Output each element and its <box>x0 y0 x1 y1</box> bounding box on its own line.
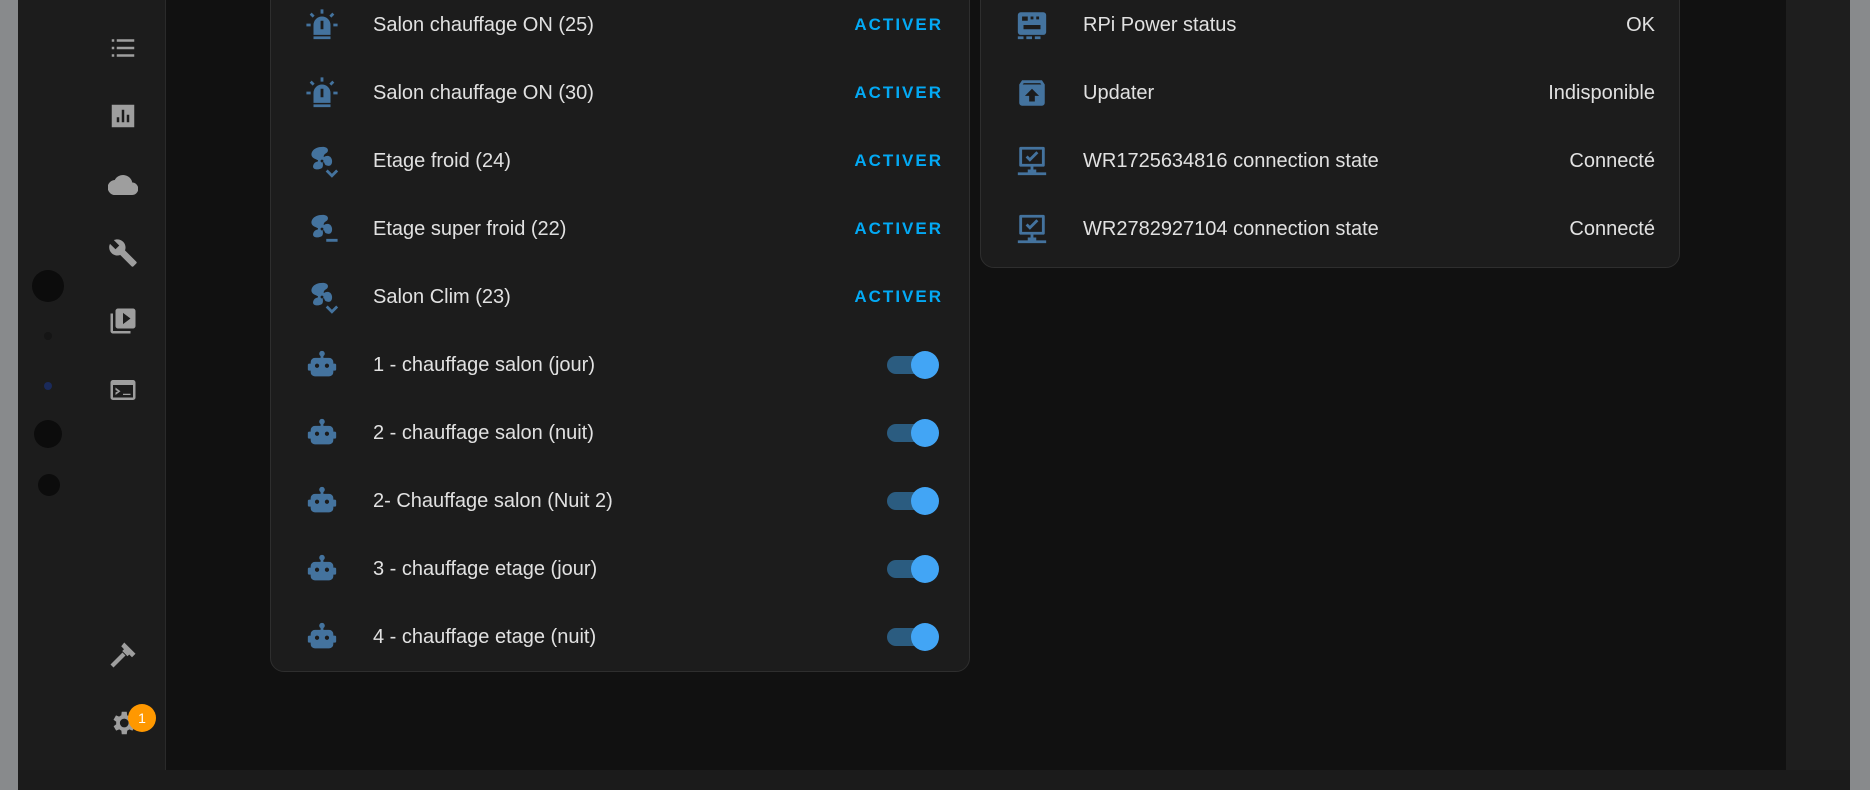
status-value: Connecté <box>1569 217 1655 240</box>
fan-chevron-icon <box>305 280 339 314</box>
scene-row[interactable]: Salon chauffage ON (30) ACTIVER <box>271 59 969 127</box>
status-value: Connecté <box>1569 149 1655 172</box>
lan-check-icon <box>1015 144 1049 178</box>
row-label: Salon chauffage ON (25) <box>373 13 594 36</box>
history-icon[interactable] <box>106 99 140 133</box>
row-label: 1 - chauffage salon (jour) <box>373 353 595 376</box>
automation-row[interactable]: 2 - chauffage salon (nuit) <box>271 399 969 467</box>
activate-button[interactable]: ACTIVER <box>854 83 943 103</box>
row-label: 2 - chauffage salon (nuit) <box>373 421 594 444</box>
robot-icon <box>305 552 339 586</box>
status-row[interactable]: Updater Indisponible <box>981 59 1679 127</box>
package-up-icon <box>1015 76 1049 110</box>
status-row[interactable]: WR1725634816 connection state Connecté <box>981 127 1679 195</box>
alarm-light-icon <box>305 76 339 110</box>
fan-chevron-icon <box>305 144 339 178</box>
row-label: 2- Chauffage salon (Nuit 2) <box>373 489 613 512</box>
status-value: OK <box>1626 13 1655 36</box>
activate-button[interactable]: ACTIVER <box>854 287 943 307</box>
notification-badge: 1 <box>128 704 156 732</box>
automation-row[interactable]: 2- Chauffage salon (Nuit 2) <box>271 467 969 535</box>
scene-row[interactable]: Salon Clim (23) ACTIVER <box>271 263 969 331</box>
cloud-icon[interactable] <box>106 168 140 202</box>
activate-button[interactable]: ACTIVER <box>854 15 943 35</box>
terminal-icon[interactable] <box>106 373 140 407</box>
activate-button[interactable]: ACTIVER <box>854 219 943 239</box>
wrench-icon[interactable] <box>106 236 140 270</box>
robot-icon <box>305 620 339 654</box>
device-bezel-right <box>1786 0 1850 770</box>
row-label: Etage super froid (22) <box>373 217 567 240</box>
row-label: 3 - chauffage etage (jour) <box>373 557 598 580</box>
scene-row[interactable]: Etage froid (24) ACTIVER <box>271 127 969 195</box>
row-label: Etage froid (24) <box>373 149 511 172</box>
automation-toggle[interactable] <box>887 623 939 651</box>
alarm-light-icon <box>305 8 339 42</box>
row-label: WR2782927104 connection state <box>1083 217 1379 240</box>
automation-toggle[interactable] <box>887 419 939 447</box>
automation-row[interactable]: 4 - chauffage etage (nuit) <box>271 603 969 671</box>
scene-row[interactable]: Salon chauffage ON (25) ACTIVER <box>271 0 969 59</box>
robot-icon <box>305 484 339 518</box>
hammer-icon[interactable] <box>106 638 140 672</box>
row-label: 4 - chauffage etage (nuit) <box>373 625 597 648</box>
automation-toggle[interactable] <box>887 351 939 379</box>
status-card: RPi Power status OK Updater Indisponible WR1… <box>980 0 1680 268</box>
row-label: Salon chauffage ON (30) <box>373 81 594 104</box>
robot-icon <box>305 416 339 450</box>
activate-button[interactable]: ACTIVER <box>854 151 943 171</box>
automation-row[interactable]: 1 - chauffage salon (jour) <box>271 331 969 399</box>
lan-check-icon <box>1015 212 1049 246</box>
status-value: Indisponible <box>1548 81 1655 104</box>
logbook-icon[interactable] <box>106 31 140 65</box>
status-row[interactable]: WR2782927104 connection state Connecté <box>981 195 1679 263</box>
automation-row[interactable]: 3 - chauffage etage (jour) <box>271 535 969 603</box>
scene-row[interactable]: Etage super froid (22) ACTIVER <box>271 195 969 263</box>
device-bezel-left <box>18 0 82 770</box>
automation-toggle[interactable] <box>887 487 939 515</box>
robot-icon <box>305 348 339 382</box>
screen: 1 Salon chauffage ON (25) ACTIVER Salon ch… <box>82 0 1786 770</box>
row-label: Updater <box>1083 81 1155 104</box>
status-row[interactable]: RPi Power status OK <box>981 0 1679 59</box>
fan-minus-icon <box>305 212 339 246</box>
row-label: WR1725634816 connection state <box>1083 149 1379 172</box>
sidebar: 1 <box>82 0 166 770</box>
row-label: RPi Power status <box>1083 13 1237 36</box>
row-label: Salon Clim (23) <box>373 285 511 308</box>
raspberry-pi-icon <box>1015 8 1049 42</box>
media-icon[interactable] <box>106 304 140 338</box>
automation-toggle[interactable] <box>887 555 939 583</box>
scenes-automations-card: Salon chauffage ON (25) ACTIVER Salon chau… <box>270 0 970 672</box>
